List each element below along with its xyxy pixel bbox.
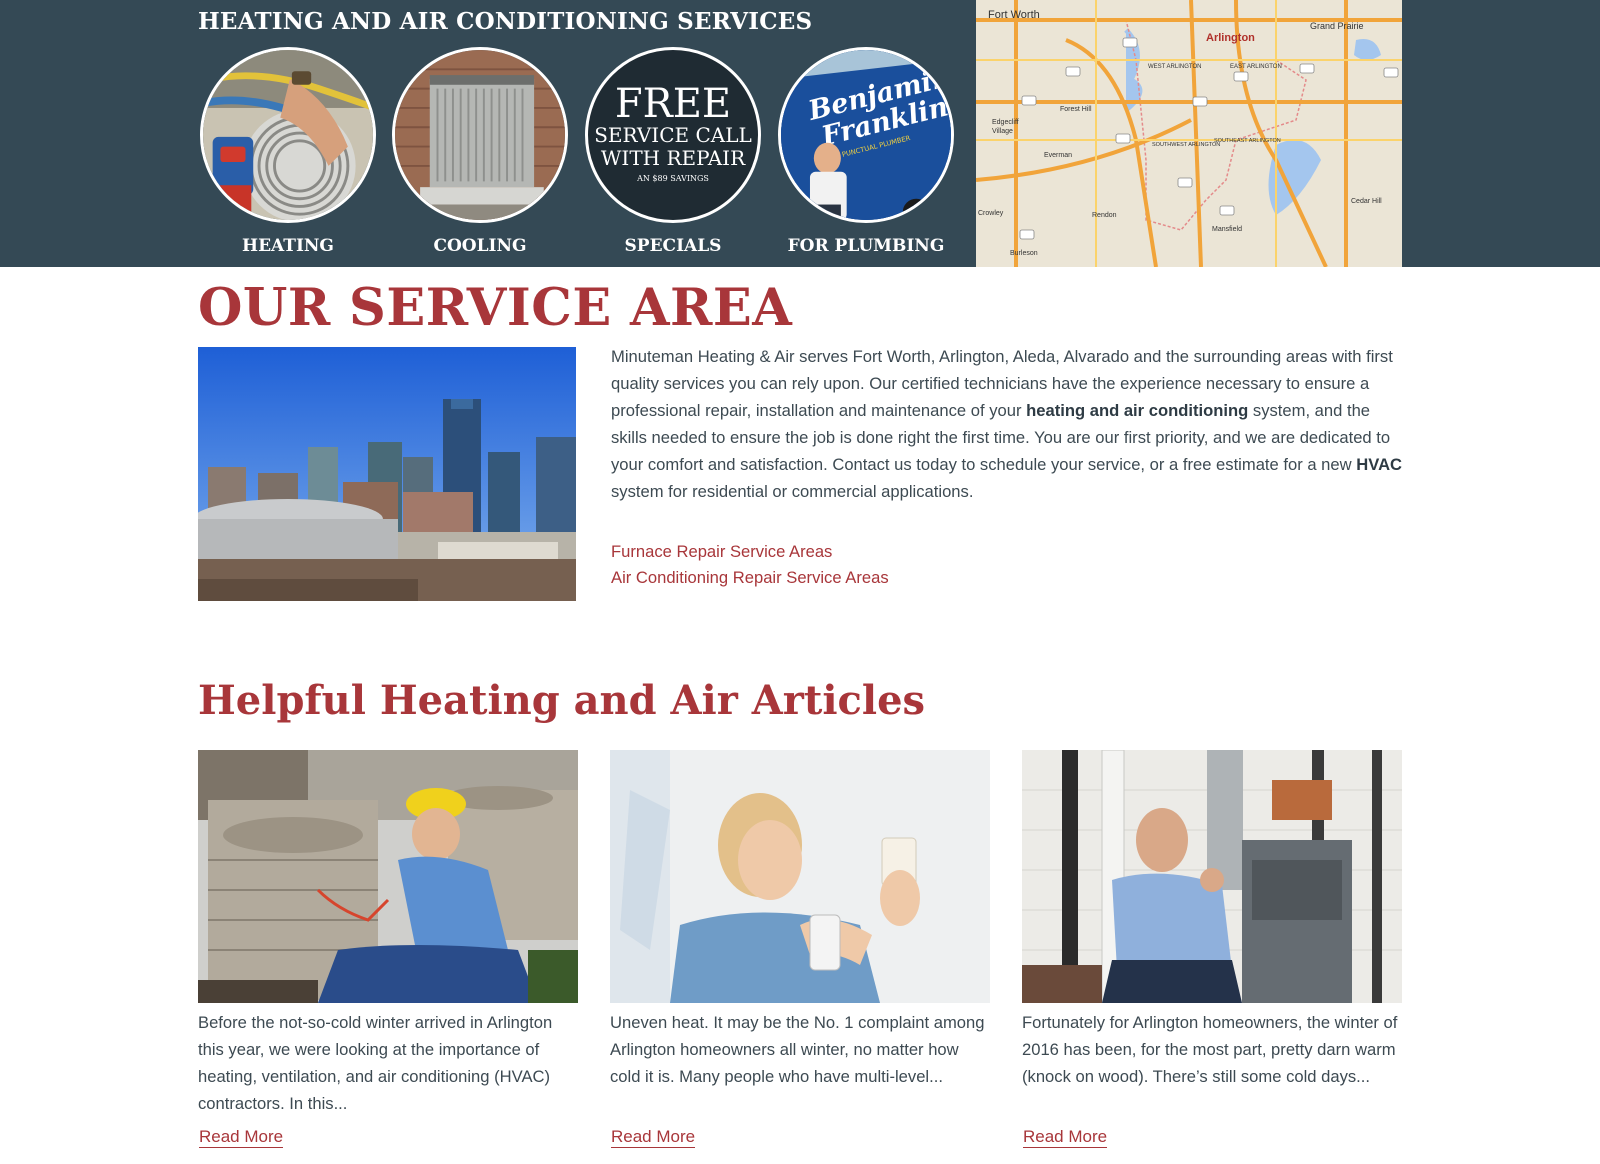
article-image-technician[interactable]: [198, 750, 578, 1003]
service-area-map[interactable]: Fort Worth Grand Prairie Arlington WEST …: [976, 0, 1402, 267]
map-label-forest-hill: Forest Hill: [1060, 106, 1092, 113]
read-more-link[interactable]: Read More: [1023, 1126, 1108, 1148]
furnace-repair-areas-link[interactable]: Furnace Repair Service Areas: [611, 539, 889, 565]
read-more-link[interactable]: Read More: [199, 1126, 284, 1148]
map-label-arlington: Arlington: [1206, 32, 1255, 44]
service-area-title: OUR SERVICE AREA: [198, 278, 793, 338]
map-label-west-arlington: WEST ARLINGTON: [1148, 64, 1202, 70]
map-label-burleson: Burleson: [1010, 250, 1038, 257]
badge-with-repair: WITH REPAIR: [600, 145, 746, 170]
map-label-southeast-arlington: SOUTHEAST ARLINGTON: [1214, 138, 1281, 144]
heating-label: HEATING: [242, 236, 334, 256]
plumbing-service-link[interactable]: Benjamin Franklin PUNCTUAL PLUMBER FOR P…: [778, 47, 954, 256]
services-title: HEATING AND AIR CONDITIONING SERVICES: [198, 8, 813, 35]
specials-label: SPECIALS: [624, 236, 722, 256]
map-label-cedar-hill: Cedar Hill: [1351, 198, 1382, 205]
badge-service-call: SERVICE CALL: [594, 122, 752, 147]
service-area-links: Furnace Repair Service Areas Air Conditi…: [611, 539, 889, 591]
map-label-mansfield: Mansfield: [1212, 226, 1242, 233]
article-card: Before the not-so-cold winter arrived in…: [198, 750, 578, 1148]
article-card: Fortunately for Arlington homeowners, th…: [1022, 750, 1402, 1148]
badge-free: FREE: [614, 80, 732, 127]
specials-service-link[interactable]: FREE SERVICE CALL WITH REPAIR AN $89 SAV…: [585, 47, 761, 256]
map-label-grand-prairie: Grand Prairie: [1310, 21, 1364, 31]
article-image-furnace[interactable]: [1022, 750, 1402, 1003]
map-label-rendon: Rendon: [1092, 212, 1117, 219]
services-section: HEATING AND AIR CONDITIONING SERVICES HE…: [198, 0, 976, 267]
read-more-link[interactable]: Read More: [611, 1126, 696, 1148]
map-label-everman: Everman: [1044, 152, 1073, 159]
article-image-thermostat[interactable]: [610, 750, 990, 1003]
articles-title: Helpful Heating and Air Articles: [198, 677, 926, 724]
heating-image: [200, 47, 376, 223]
map-label-crowley: Crowley: [978, 210, 1004, 217]
ac-repair-areas-link[interactable]: Air Conditioning Repair Service Areas: [611, 565, 889, 591]
cooling-service-link[interactable]: COOLING: [392, 47, 568, 256]
map-label-edgecliff: Edgecliff Village: [992, 119, 1019, 135]
article-excerpt: Fortunately for Arlington homeowners, th…: [1022, 1013, 1398, 1086]
badge-savings: AN $89 SAVINGS: [637, 173, 709, 183]
free-service-call-badge: FREE SERVICE CALL WITH REPAIR AN $89 SAV…: [585, 47, 761, 223]
article-excerpt: Before the not-so-cold winter arrived in…: [198, 1013, 553, 1113]
article-card: Uneven heat. It may be the No. 1 complai…: [610, 750, 990, 1148]
plumbing-image: Benjamin Franklin PUNCTUAL PLUMBER: [778, 47, 954, 223]
service-area-text-3: system for residential or commercial app…: [611, 482, 974, 501]
service-area-bold-hvac: HVAC: [1356, 455, 1403, 474]
map-graphic: [976, 0, 1402, 267]
heating-service-link[interactable]: HEATING: [200, 47, 376, 256]
fort-worth-skyline-image: [198, 347, 576, 601]
article-excerpt: Uneven heat. It may be the No. 1 complai…: [610, 1013, 985, 1086]
cooling-image: [392, 47, 568, 223]
services-band: HEATING AND AIR CONDITIONING SERVICES HE…: [0, 0, 1600, 267]
map-label-southwest-arlington: SOUTHWEST ARLINGTON: [1152, 142, 1221, 148]
cooling-label: COOLING: [433, 236, 527, 256]
map-label-east-arlington: EAST ARLINGTON: [1230, 64, 1282, 70]
map-label-fort-worth: Fort Worth: [988, 9, 1040, 21]
plumbing-label: FOR PLUMBING: [787, 236, 945, 256]
service-area-bold-hvac-phrase: heating and air conditioning: [1026, 401, 1249, 420]
service-area-description: Minuteman Heating & Air serves Fort Wort…: [611, 343, 1405, 505]
